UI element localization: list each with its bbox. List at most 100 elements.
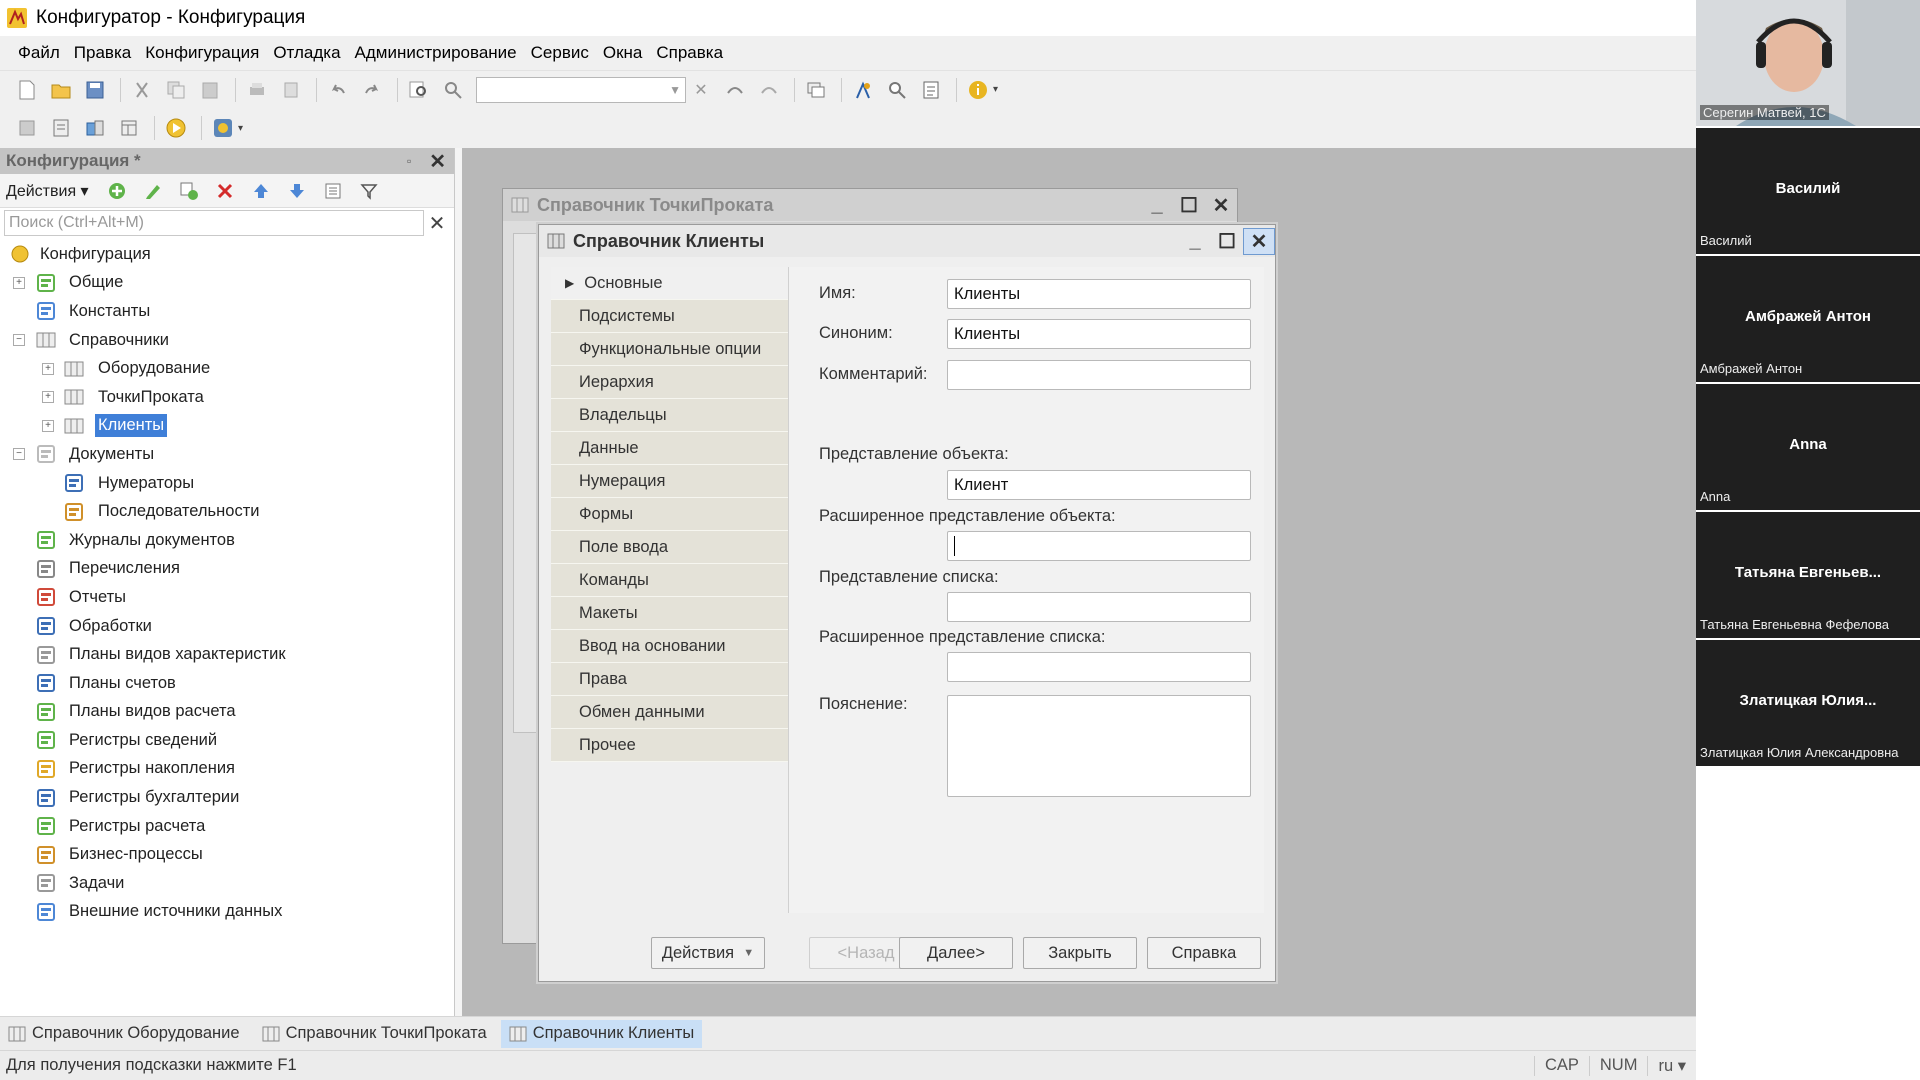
help-search-icon[interactable] [882, 76, 912, 104]
language-indicator[interactable]: ru ▾ [1647, 1055, 1696, 1076]
redo-icon[interactable] [357, 76, 387, 104]
info-dropdown-icon[interactable]: ▾ [993, 84, 998, 95]
move-down-icon[interactable] [283, 178, 311, 204]
tree-item[interactable]: + Общие [0, 269, 454, 298]
nav-item[interactable]: Команды [551, 564, 788, 597]
cut-icon[interactable] [127, 76, 157, 104]
name-input[interactable]: Клиенты [947, 279, 1251, 309]
undo-icon[interactable] [323, 76, 353, 104]
tree-item[interactable]: Константы [0, 297, 454, 326]
list-presentation-input[interactable] [947, 592, 1251, 622]
tree-item[interactable]: Планы видов характеристик [0, 640, 454, 669]
tree-item[interactable]: Планы счетов [0, 669, 454, 698]
participant-tile[interactable]: Златицкая Юлия... Златицкая Юлия Алексан… [1696, 640, 1920, 766]
comment-input[interactable] [947, 360, 1251, 390]
chevron-down-icon[interactable]: ▼ [669, 83, 681, 97]
menu-debug[interactable]: Отладка [273, 43, 340, 63]
tree-item[interactable]: − Документы [0, 440, 454, 469]
close-icon[interactable]: ✕ [1243, 227, 1275, 255]
pin-icon[interactable]: ▫ [407, 154, 411, 168]
find-next-icon[interactable] [754, 76, 784, 104]
tree-item[interactable]: Планы видов расчета [0, 698, 454, 727]
expand-icon[interactable]: + [42, 419, 54, 432]
tree-item[interactable]: + ТочкиПроката [0, 383, 454, 412]
task-tab-oborudovanie[interactable]: Справочник Оборудование [0, 1020, 248, 1048]
move-up-icon[interactable] [247, 178, 275, 204]
maximize-icon[interactable]: ☐ [1211, 229, 1243, 254]
participant-tile[interactable]: Татьяна Евгеньев... Татьяна Евгеньевна Ф… [1696, 512, 1920, 638]
expand-icon[interactable]: + [42, 391, 54, 404]
expand-icon[interactable]: + [13, 276, 25, 289]
tree-item[interactable]: Регистры бухгалтерии [0, 783, 454, 812]
help-contents-icon[interactable] [916, 76, 946, 104]
config-tree-icon[interactable] [12, 114, 42, 142]
collapse-icon[interactable]: − [13, 334, 25, 347]
participant-tile[interactable]: Амбражей Антон Амбражей Антон [1696, 256, 1920, 382]
participant-tile[interactable]: Василий Василий [1696, 128, 1920, 254]
tree-item[interactable]: + Оборудование [0, 354, 454, 383]
run-enterprise-icon[interactable] [208, 114, 238, 142]
clear-tree-search-icon[interactable]: ✕ [424, 211, 450, 236]
tree-item[interactable]: − Справочники [0, 326, 454, 355]
paste-icon[interactable] [195, 76, 225, 104]
extended-object-presentation-input[interactable] [947, 531, 1251, 561]
menu-configuration[interactable]: Конфигурация [145, 43, 259, 63]
print-preview-icon[interactable] [276, 76, 306, 104]
start-debugging-icon[interactable] [161, 114, 191, 142]
nav-item[interactable]: Макеты [551, 597, 788, 630]
menu-help[interactable]: Справка [656, 43, 723, 63]
collapse-icon[interactable]: − [13, 448, 25, 461]
expand-icon[interactable]: + [42, 362, 54, 375]
nav-item[interactable]: Поле ввода [551, 531, 788, 564]
nav-item[interactable]: Функциональные опции [551, 333, 788, 366]
help-button[interactable]: Справка [1147, 937, 1261, 969]
close-button[interactable]: Закрыть [1023, 937, 1137, 969]
menu-service[interactable]: Сервис [531, 43, 589, 63]
tree-item[interactable]: Внешние источники данных [0, 898, 454, 927]
minimize-icon[interactable]: _ [1179, 230, 1211, 253]
synonym-input[interactable]: Клиенты [947, 319, 1251, 349]
tree-search-input[interactable]: Поиск (Ctrl+Alt+M) [4, 210, 424, 236]
menu-file[interactable]: Файл [18, 43, 60, 63]
extended-list-presentation-input[interactable] [947, 652, 1251, 682]
nav-item[interactable]: Данные [551, 432, 788, 465]
copy-icon[interactable] [161, 76, 191, 104]
edit-icon[interactable] [139, 178, 167, 204]
participant-tile-camera[interactable]: Серегин Матвей, 1С [1696, 0, 1920, 126]
nav-item[interactable]: ▶ Основные [551, 267, 788, 300]
search-icon[interactable] [438, 76, 468, 104]
add-icon[interactable] [103, 178, 131, 204]
find-in-text-icon[interactable] [404, 76, 434, 104]
search-combo[interactable]: ▼ [476, 76, 686, 103]
tree-item[interactable]: Отчеты [0, 583, 454, 612]
nav-item[interactable]: Обмен данными [551, 696, 788, 729]
tree-item[interactable]: Регистры накопления [0, 755, 454, 784]
nav-item[interactable]: Формы [551, 498, 788, 531]
tree-item[interactable]: Бизнес-процессы [0, 840, 454, 869]
window-list-icon[interactable] [801, 76, 831, 104]
tree-item[interactable]: Последовательности [0, 497, 454, 526]
actions-menu-button[interactable]: Действия ▾ [6, 181, 89, 201]
save-icon[interactable] [80, 76, 110, 104]
maximize-icon[interactable]: ☐ [1173, 193, 1205, 218]
menu-windows[interactable]: Окна [603, 43, 643, 63]
tree-item[interactable]: Регистры расчета [0, 812, 454, 841]
nav-item[interactable]: Иерархия [551, 366, 788, 399]
update-db-icon[interactable] [114, 114, 144, 142]
database-config-icon[interactable] [80, 114, 110, 142]
syntax-helper-icon[interactable] [848, 76, 878, 104]
menu-edit[interactable]: Правка [74, 43, 131, 63]
tree-item[interactable]: Конфигурация [0, 240, 454, 269]
filter-icon[interactable] [355, 178, 383, 204]
tree-item[interactable]: Журналы документов [0, 526, 454, 555]
tree-item[interactable]: Регистры сведений [0, 726, 454, 755]
nav-item[interactable]: Ввод на основании [551, 630, 788, 663]
new-file-icon[interactable] [12, 76, 42, 104]
menu-administration[interactable]: Администрирование [355, 43, 517, 63]
copy-item-icon[interactable] [175, 178, 203, 204]
find-previous-icon[interactable] [720, 76, 750, 104]
run-dropdown-icon[interactable]: ▾ [238, 123, 243, 134]
task-tab-klienty[interactable]: Справочник Клиенты [500, 1019, 703, 1048]
module-icon[interactable] [46, 114, 76, 142]
nav-item[interactable]: Владельцы [551, 399, 788, 432]
